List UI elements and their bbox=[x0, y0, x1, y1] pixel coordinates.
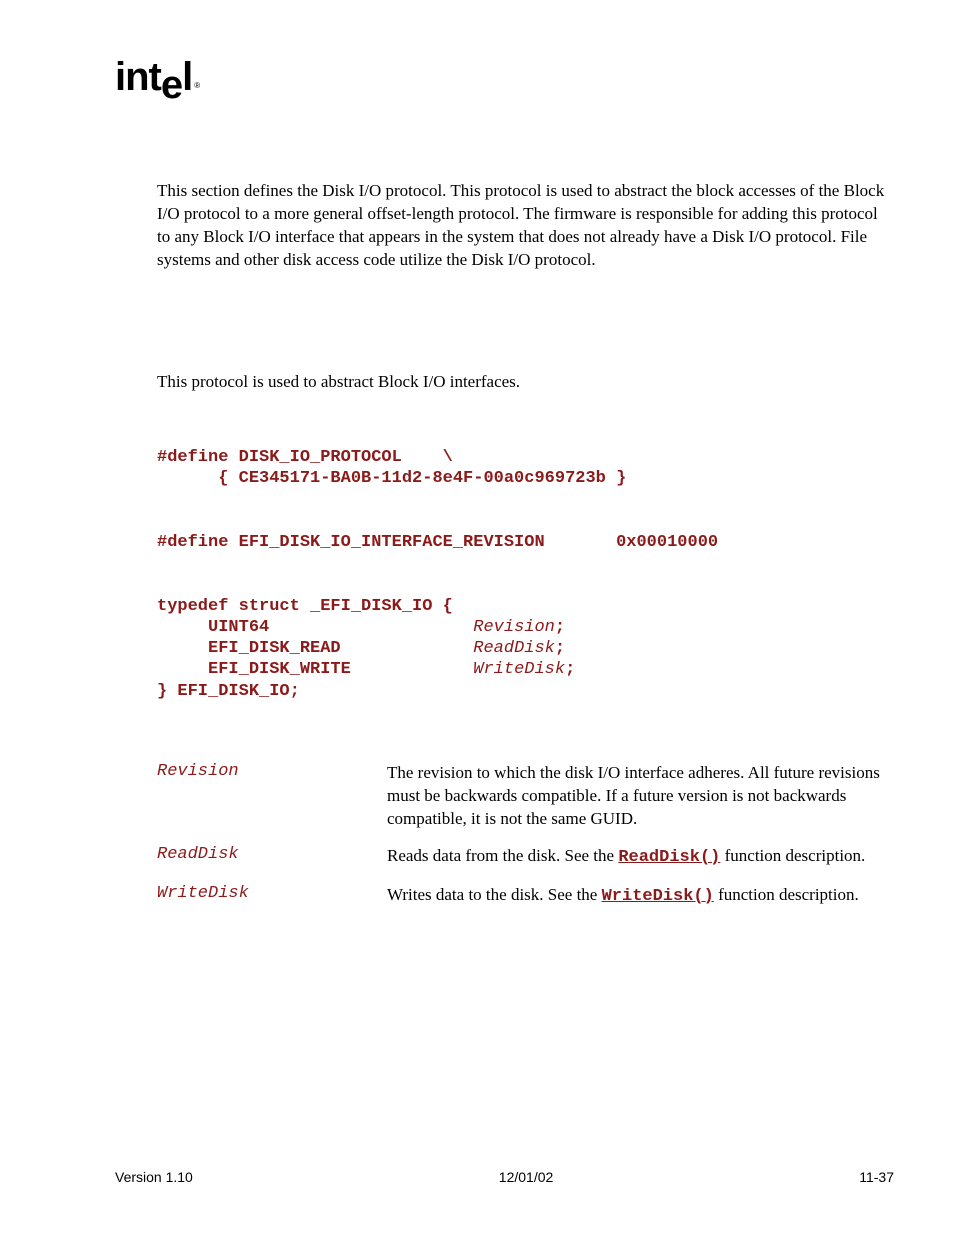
param-row-readdisk: ReadDisk Reads data from the disk. See t… bbox=[157, 845, 894, 870]
intel-logo: intel® bbox=[115, 55, 197, 100]
code-param: ReadDisk bbox=[473, 639, 555, 658]
param-desc-text: Writes data to the disk. See the bbox=[387, 885, 602, 904]
code-line: { CE345171-BA0B-11d2-8e4F-00a0c969723b } bbox=[157, 469, 626, 488]
param-desc-text: function description. bbox=[720, 846, 865, 865]
footer-version: Version 1.10 bbox=[115, 1169, 193, 1185]
param-row-revision: Revision The revision to which the disk … bbox=[157, 762, 894, 831]
page-footer: Version 1.10 12/01/02 11-37 bbox=[115, 1169, 894, 1185]
code-line: EFI_DISK_READ bbox=[157, 639, 473, 658]
param-desc-text: Reads data from the disk. See the bbox=[387, 846, 618, 865]
code-line: UINT64 bbox=[157, 618, 473, 637]
readdisk-link[interactable]: ReadDisk() bbox=[618, 848, 720, 867]
param-desc: The revision to which the disk I/O inter… bbox=[387, 762, 894, 831]
code-semi: ; bbox=[565, 660, 575, 679]
parameters-section: Revision The revision to which the disk … bbox=[157, 762, 894, 909]
param-name: ReadDisk bbox=[157, 845, 387, 870]
footer-page-number: 11-37 bbox=[859, 1169, 894, 1185]
writedisk-link[interactable]: WriteDisk() bbox=[602, 887, 714, 906]
intro-paragraph: This section defines the Disk I/O protoc… bbox=[157, 180, 894, 272]
code-param: Revision bbox=[473, 618, 555, 637]
code-line: #define EFI_DISK_IO_INTERFACE_REVISION 0… bbox=[157, 533, 718, 552]
footer-date: 12/01/02 bbox=[499, 1169, 554, 1185]
code-line: typedef struct _EFI_DISK_IO { bbox=[157, 597, 453, 616]
code-param: WriteDisk bbox=[473, 660, 565, 679]
code-line: #define DISK_IO_PROTOCOL \ bbox=[157, 448, 453, 467]
param-desc: Reads data from the disk. See the ReadDi… bbox=[387, 845, 894, 870]
code-line: } EFI_DISK_IO; bbox=[157, 682, 300, 701]
sub-paragraph: This protocol is used to abstract Block … bbox=[157, 372, 894, 392]
param-desc: Writes data to the disk. See the WriteDi… bbox=[387, 884, 894, 909]
param-name: WriteDisk bbox=[157, 884, 387, 909]
param-row-writedisk: WriteDisk Writes data to the disk. See t… bbox=[157, 884, 894, 909]
code-semi: ; bbox=[555, 618, 565, 637]
code-block: #define DISK_IO_PROTOCOL \ { CE345171-BA… bbox=[157, 447, 894, 702]
code-line: EFI_DISK_WRITE bbox=[157, 660, 473, 679]
code-semi: ; bbox=[555, 639, 565, 658]
param-desc-text: function description. bbox=[714, 885, 859, 904]
param-name: Revision bbox=[157, 762, 387, 831]
